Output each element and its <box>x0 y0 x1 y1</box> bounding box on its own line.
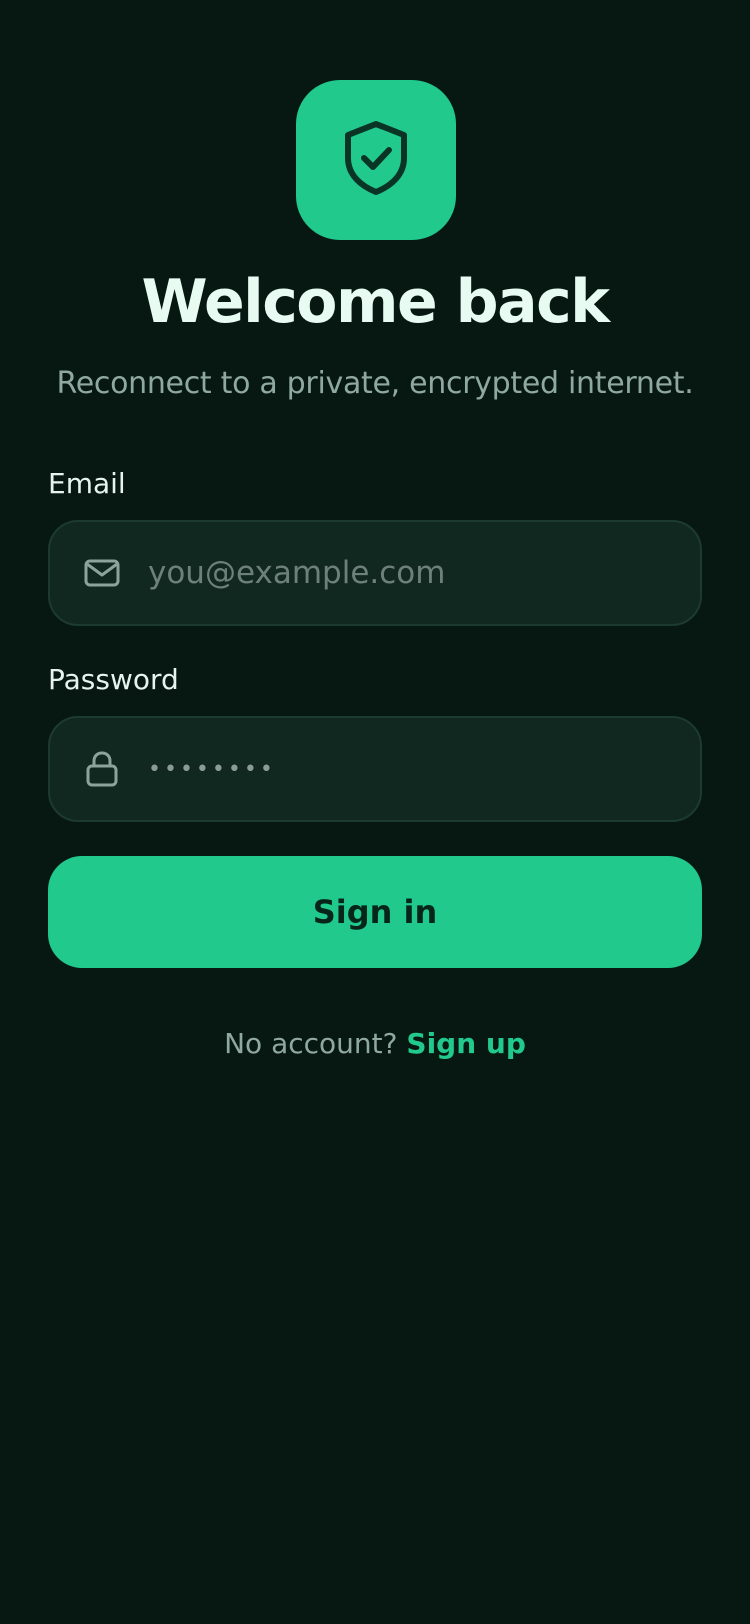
mail-icon <box>82 553 122 593</box>
email-field[interactable] <box>48 520 702 626</box>
signup-prompt: No account? Sign up <box>0 1022 750 1066</box>
page-subtitle: Reconnect to a private, encrypted intern… <box>56 366 694 401</box>
lock-icon <box>82 749 122 789</box>
password-label: Password <box>48 663 179 696</box>
email-input[interactable] <box>146 554 676 592</box>
no-account-text: No account? <box>224 1027 398 1060</box>
sign-up-link[interactable]: Sign up <box>406 1027 525 1060</box>
shield-check-icon <box>344 120 408 200</box>
email-label: Email <box>48 467 126 500</box>
page-title: Welcome back <box>141 267 610 337</box>
login-screen: Welcome back Reconnect to a private, enc… <box>0 0 750 1624</box>
password-input[interactable] <box>146 755 676 783</box>
app-logo <box>296 80 456 240</box>
password-field[interactable] <box>48 716 702 822</box>
sign-in-button[interactable]: Sign in <box>48 856 702 968</box>
